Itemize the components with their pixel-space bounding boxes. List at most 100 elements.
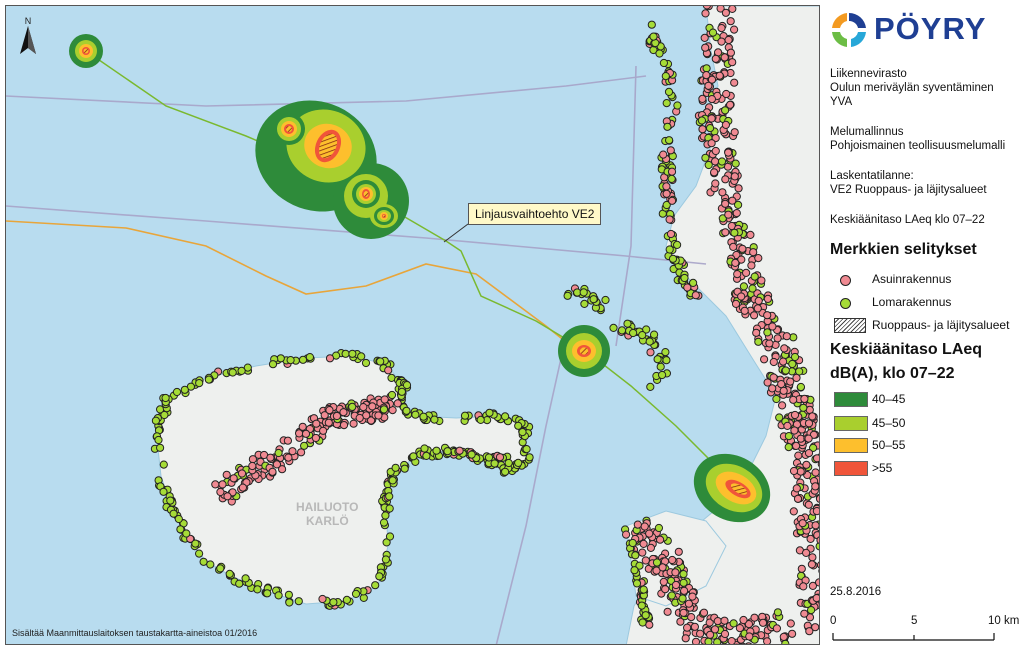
leisure-building	[385, 532, 395, 541]
leisure-building	[159, 460, 168, 469]
residential-building	[724, 210, 733, 219]
leisure-building	[379, 405, 389, 414]
residential-building	[737, 292, 746, 301]
leisure-building	[216, 564, 225, 573]
residential-building	[730, 128, 739, 137]
residential-building	[645, 620, 654, 629]
residential-building	[783, 421, 792, 430]
residential-building	[332, 411, 341, 421]
leisure-building	[501, 412, 510, 421]
leisure-building	[788, 359, 797, 369]
leisure-building	[580, 299, 589, 308]
leisure-building	[789, 333, 798, 342]
leisure-building	[357, 352, 366, 361]
leisure-building	[652, 558, 662, 567]
residential-building	[730, 25, 739, 34]
info-line: Oulun meriväylän syventäminen	[830, 82, 994, 94]
leisure-building	[617, 326, 627, 335]
leisure-building	[773, 608, 783, 617]
residential-building	[779, 632, 788, 642]
leisure-building	[661, 72, 670, 81]
leisure-building	[658, 370, 667, 380]
leisure-building	[680, 273, 689, 283]
residential-building	[707, 114, 716, 123]
leisure-building	[161, 393, 170, 403]
leisure-building	[653, 355, 662, 364]
route-callout: Linjausvaihtoehto VE2	[468, 203, 602, 225]
leisure-building	[342, 595, 351, 605]
leisure-building	[631, 551, 640, 560]
residential-building	[789, 466, 799, 476]
residential-building	[295, 429, 304, 438]
residential-building	[738, 244, 747, 253]
leisure-building	[601, 295, 610, 305]
project-info: Liikennevirasto Oulun meriväylän syventä…	[830, 67, 994, 109]
leisure-building	[160, 410, 169, 420]
residential-building	[711, 179, 720, 188]
residential-building	[804, 434, 813, 443]
residential-building	[721, 228, 730, 237]
leisure-building	[708, 28, 718, 37]
residential-building	[780, 344, 789, 353]
leisure-building	[514, 458, 523, 467]
residential-building	[701, 9, 710, 18]
residential-building	[684, 599, 694, 608]
noise-map: HAILUOTO KARLÖ N Linjausvaihtoehto VE2 S…	[5, 5, 820, 645]
residential-building	[318, 594, 327, 604]
residential-building	[288, 447, 297, 456]
residential-building	[272, 460, 281, 469]
residential-building	[818, 605, 819, 608]
leisure-building	[294, 597, 303, 606]
residential-building	[740, 306, 749, 315]
leisure-building	[664, 87, 674, 97]
leisure-building	[276, 354, 285, 363]
residential-building	[731, 258, 740, 267]
residential-building	[812, 594, 819, 603]
leisure-building	[206, 560, 215, 569]
noise-class-label: 45–50	[872, 416, 906, 430]
leisure-building	[376, 357, 385, 366]
residential-building	[726, 100, 735, 109]
residential-building	[268, 467, 277, 476]
leisure-building	[668, 254, 678, 263]
leisure-building	[166, 496, 175, 505]
residential-building	[720, 616, 729, 625]
leisure-building	[402, 406, 411, 415]
residential-building	[805, 627, 814, 636]
site-nw-dredging-area	[83, 48, 89, 54]
residential-building	[711, 146, 720, 156]
leisure-building	[180, 385, 189, 394]
leisure-building	[667, 174, 676, 183]
residential-building	[798, 519, 807, 528]
leisure-building	[484, 453, 494, 462]
residential-building	[238, 483, 247, 492]
info-line: Laskentatilanne:	[830, 170, 914, 182]
residential-building	[702, 6, 711, 10]
residential-building	[789, 395, 798, 404]
residential-building	[800, 394, 809, 403]
residential-building	[792, 484, 801, 493]
residential-building	[797, 564, 806, 573]
noise-title-2: dB(A), klo 07–22	[830, 365, 955, 382]
leisure-building	[341, 349, 350, 358]
hatch-swatch-icon	[834, 318, 866, 333]
site-middle-dredging-area	[579, 347, 589, 355]
residential-building	[802, 460, 811, 469]
leisure-building	[460, 411, 470, 420]
residential-building	[668, 555, 677, 565]
leisure-building	[662, 99, 671, 108]
leisure-building	[638, 331, 647, 340]
leisure-building	[522, 445, 531, 454]
north-arrow-icon	[20, 26, 36, 54]
residential-building	[815, 494, 819, 503]
residential-building	[734, 184, 743, 193]
leisure-building	[629, 328, 638, 338]
leisure-building	[284, 590, 293, 599]
residential-building	[349, 419, 358, 428]
leisure-building	[731, 159, 740, 168]
residential-building	[817, 561, 819, 569]
leisure-building	[646, 382, 655, 391]
residential-building	[638, 548, 647, 557]
residential-building	[746, 230, 755, 239]
residential-building	[804, 500, 813, 509]
